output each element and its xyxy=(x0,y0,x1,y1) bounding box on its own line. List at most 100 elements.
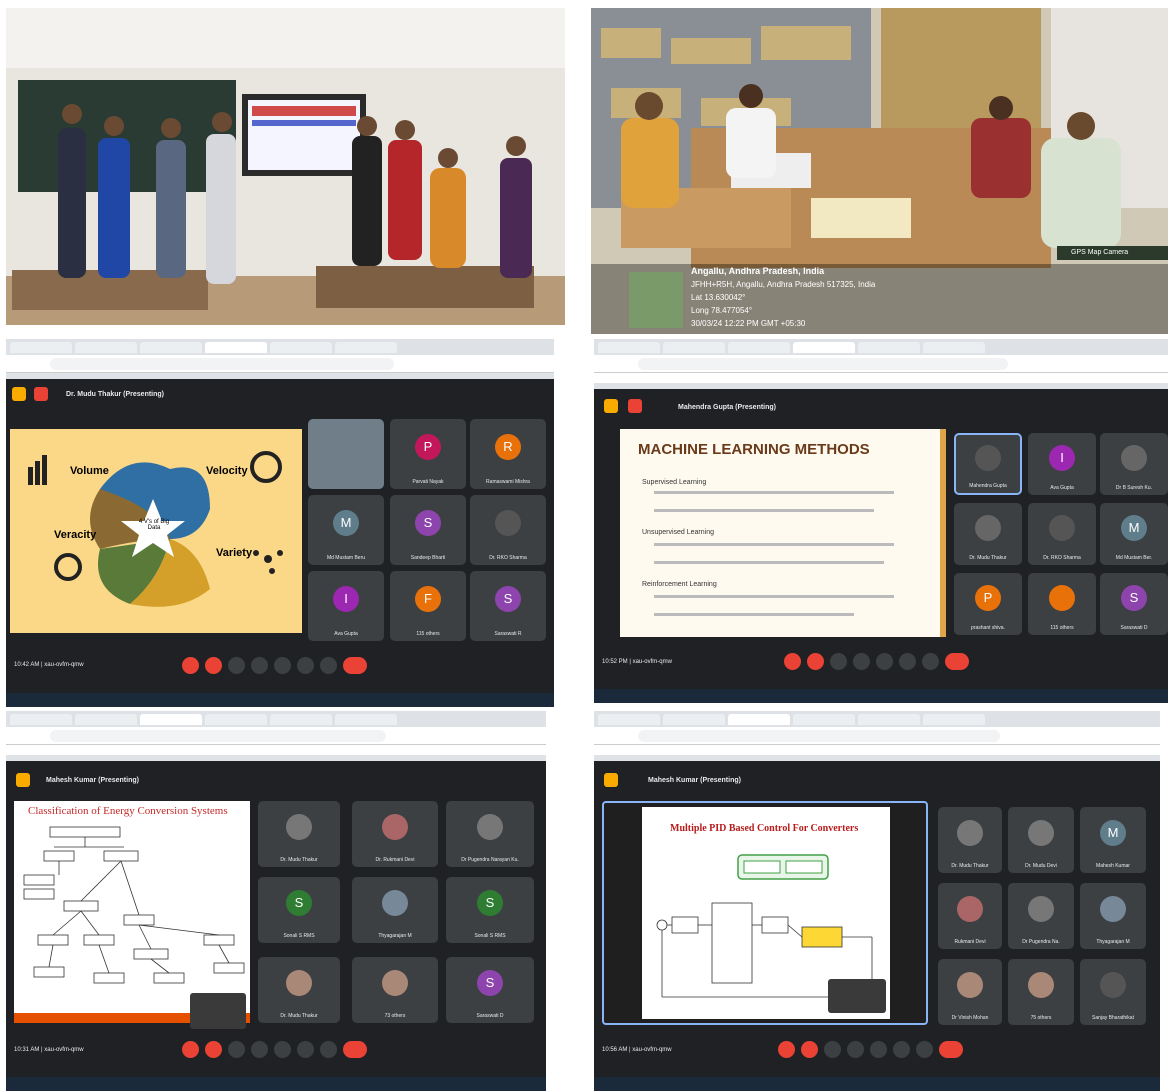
participant-tile-others[interactable]: 73 others xyxy=(352,957,438,1023)
captions-button[interactable] xyxy=(228,1041,245,1058)
participant-tile[interactable]: M Md Mustam Ber. xyxy=(1100,503,1168,565)
more-options-button[interactable] xyxy=(320,657,337,674)
emoji-button[interactable] xyxy=(853,653,870,670)
url-field[interactable] xyxy=(638,358,1008,370)
browser-tab[interactable] xyxy=(335,713,397,725)
participant-tile[interactable]: S Saraswati D xyxy=(446,957,534,1023)
emoji-button[interactable] xyxy=(251,657,268,674)
browser-tab[interactable] xyxy=(858,713,920,725)
participant-tile[interactable]: Dr. RKO Sharma xyxy=(1028,503,1096,565)
present-button[interactable] xyxy=(274,1041,291,1058)
browser-tab-active[interactable] xyxy=(140,713,202,725)
participant-tile[interactable]: S Saraswati D xyxy=(1100,573,1168,635)
participant-tile-others[interactable]: 115 others xyxy=(1028,573,1096,635)
self-view[interactable] xyxy=(828,979,886,1013)
participant-tile[interactable]: S Sonali S RMS xyxy=(446,877,534,943)
camera-off-button[interactable] xyxy=(807,653,824,670)
participant-tile[interactable]: R Ramaswami Mishra xyxy=(470,419,546,489)
participant-tile[interactable]: Dr. Mudu Thakur xyxy=(938,807,1002,873)
more-options-button[interactable] xyxy=(320,1041,337,1058)
more-options-button[interactable] xyxy=(916,1041,933,1058)
url-field[interactable] xyxy=(50,358,394,370)
self-view[interactable] xyxy=(190,993,246,1029)
participant-tile-others[interactable]: 75 others xyxy=(1008,959,1074,1025)
browser-tab[interactable] xyxy=(793,713,855,725)
emoji-button[interactable] xyxy=(251,1041,268,1058)
browser-tab[interactable] xyxy=(205,713,267,725)
participant-tile[interactable]: Dr. Mudu Thakur xyxy=(258,801,340,867)
url-field[interactable] xyxy=(50,730,386,742)
browser-tab[interactable] xyxy=(140,341,202,353)
more-options-button[interactable] xyxy=(922,653,939,670)
browser-tab[interactable] xyxy=(858,341,920,353)
browser-tab[interactable] xyxy=(923,341,985,353)
browser-tab[interactable] xyxy=(270,713,332,725)
participant-tile[interactable]: P Parvati Nayak xyxy=(390,419,466,489)
participant-tile[interactable]: I Ava Gupta xyxy=(1028,433,1096,495)
participant-tile-video[interactable] xyxy=(308,419,384,489)
participant-tile[interactable]: S Sonali S RMS xyxy=(258,877,340,943)
browser-tab[interactable] xyxy=(335,341,397,353)
participant-tile[interactable]: M Md Mustam Beru xyxy=(308,495,384,565)
leave-call-button[interactable] xyxy=(945,653,969,670)
participant-tile[interactable]: Dr Pugendra Narayan Ku. xyxy=(446,801,534,867)
participant-tile[interactable]: S Sandeep Bharti xyxy=(390,495,466,565)
present-button[interactable] xyxy=(876,653,893,670)
participant-tile[interactable]: I Ava Gupta xyxy=(308,571,384,641)
browser-tab[interactable] xyxy=(10,341,72,353)
participant-tile[interactable]: Dr. Mudu Thakur xyxy=(954,503,1022,565)
participant-tile[interactable]: Dr. Rukmani Devi xyxy=(352,801,438,867)
mic-off-button[interactable] xyxy=(778,1041,795,1058)
captions-button[interactable] xyxy=(830,653,847,670)
stop-present-icon[interactable] xyxy=(628,399,642,413)
browser-tab[interactable] xyxy=(598,341,660,353)
participant-tile[interactable]: Sanjay Bharathikat xyxy=(1080,959,1146,1025)
participant-tile-others[interactable]: F 115 others xyxy=(390,571,466,641)
camera-off-button[interactable] xyxy=(205,1041,222,1058)
browser-tab[interactable] xyxy=(728,341,790,353)
raise-hand-button[interactable] xyxy=(297,657,314,674)
participant-tile[interactable]: Dr Vinish Mohan xyxy=(938,959,1002,1025)
participant-tile[interactable]: Thyagarajan M xyxy=(352,877,438,943)
participant-tile[interactable]: M Mahesh Kumar xyxy=(1080,807,1146,873)
participant-tile[interactable]: Dr. RKO Sharma xyxy=(470,495,546,565)
raise-hand-button[interactable] xyxy=(899,653,916,670)
emoji-button[interactable] xyxy=(847,1041,864,1058)
present-button[interactable] xyxy=(870,1041,887,1058)
captions-button[interactable] xyxy=(824,1041,841,1058)
camera-off-button[interactable] xyxy=(801,1041,818,1058)
leave-call-button[interactable] xyxy=(343,1041,367,1058)
participant-tile[interactable]: S Saraswati R xyxy=(470,571,546,641)
leave-call-button[interactable] xyxy=(343,657,367,674)
browser-tab[interactable] xyxy=(75,341,137,353)
browser-tab[interactable] xyxy=(663,341,725,353)
participant-tile[interactable]: Dr. Mudu Devi xyxy=(1008,807,1074,873)
browser-tab[interactable] xyxy=(598,713,660,725)
stop-present-icon[interactable] xyxy=(34,387,48,401)
participant-tile[interactable]: Dr. Mudu Thakur xyxy=(258,957,340,1023)
browser-tab[interactable] xyxy=(75,713,137,725)
present-button[interactable] xyxy=(274,657,291,674)
participant-tile[interactable]: Thyagarajan M xyxy=(1080,883,1146,949)
mic-off-button[interactable] xyxy=(182,1041,199,1058)
camera-off-button[interactable] xyxy=(205,657,222,674)
browser-tab[interactable] xyxy=(663,713,725,725)
mic-off-button[interactable] xyxy=(182,657,199,674)
captions-button[interactable] xyxy=(228,657,245,674)
browser-tab[interactable] xyxy=(270,341,332,353)
raise-hand-button[interactable] xyxy=(297,1041,314,1058)
participant-tile[interactable]: Dr B Suresh Ku. xyxy=(1100,433,1168,495)
url-field[interactable] xyxy=(638,730,1000,742)
browser-tab-active[interactable] xyxy=(728,713,790,725)
participant-tile[interactable]: Rukmani Devi xyxy=(938,883,1002,949)
participant-tile-active[interactable]: Mahendra Gupta xyxy=(954,433,1022,495)
browser-tab-active[interactable] xyxy=(205,341,267,353)
leave-call-button[interactable] xyxy=(939,1041,963,1058)
participant-tile[interactable]: Dr Pugendra Na. xyxy=(1008,883,1074,949)
browser-tab[interactable] xyxy=(10,713,72,725)
browser-tab[interactable] xyxy=(923,713,985,725)
browser-tab-active[interactable] xyxy=(793,341,855,353)
raise-hand-button[interactable] xyxy=(893,1041,910,1058)
participant-tile[interactable]: Pprashant shiva. xyxy=(954,573,1022,635)
mic-off-button[interactable] xyxy=(784,653,801,670)
